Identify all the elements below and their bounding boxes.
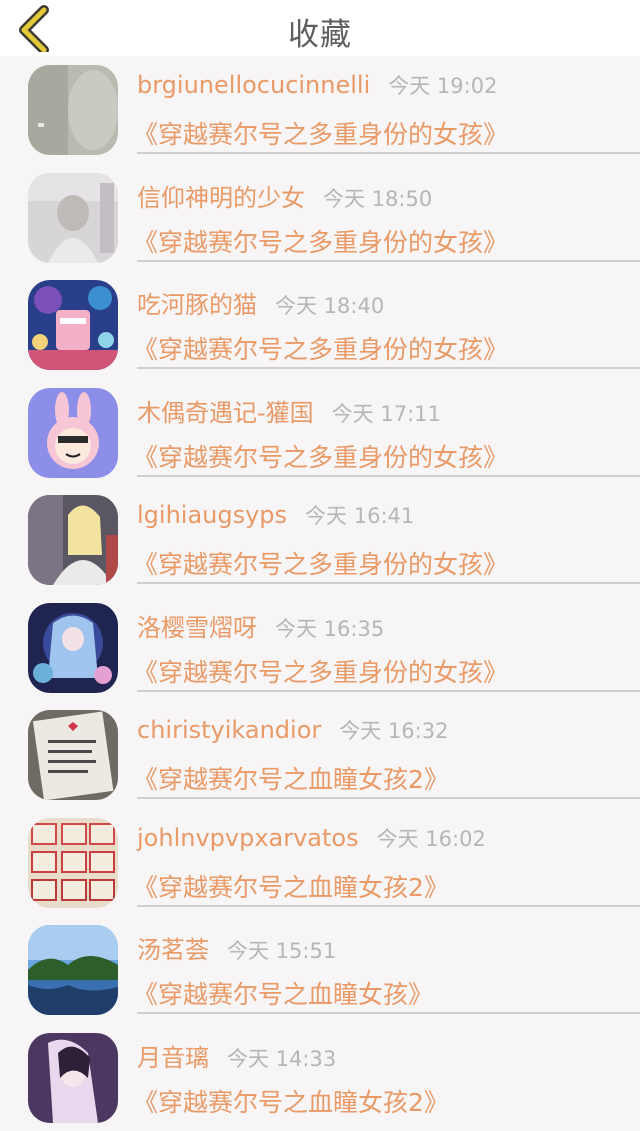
username: johlnvpvpxarvatos今天 16:02 [137,823,486,853]
username: 木偶奇遇记-獾国今天 17:11 [137,393,441,428]
timestamp: 今天 15:51 [227,939,336,963]
avatar[interactable] [28,495,118,585]
avatar[interactable] [28,388,118,478]
divider [137,690,640,692]
timestamp: 今天 17:11 [332,402,441,426]
chevron-left-icon [12,4,60,52]
username: 洛樱雪熠呀今天 16:35 [137,608,384,643]
list-item[interactable]: 木偶奇遇记-獾国今天 17:11 《穿越赛尔号之多重身份的女孩》 [0,379,640,487]
book-title[interactable]: 《穿越赛尔号之多重身份的女孩》 [133,115,508,151]
list-item[interactable]: 汤茗荟今天 15:51 《穿越赛尔号之血瞳女孩》 [0,916,640,1024]
list-item[interactable]: 月音璃今天 14:33 《穿越赛尔号之血瞳女孩2》 [0,1024,640,1131]
username: 汤茗荟今天 15:51 [137,930,336,965]
book-title[interactable]: 《穿越赛尔号之多重身份的女孩》 [133,438,508,474]
username: 月音璃今天 14:33 [137,1038,336,1073]
book-title[interactable]: 《穿越赛尔号之多重身份的女孩》 [133,223,508,259]
timestamp: 今天 18:40 [275,294,384,318]
back-button[interactable] [12,4,60,52]
book-title[interactable]: 《穿越赛尔号之血瞳女孩2》 [133,868,449,904]
username: brgiunellocucinnelli今天 19:02 [137,70,497,100]
username: lgihiaugsyps今天 16:41 [137,500,414,530]
timestamp: 今天 14:33 [227,1047,336,1071]
divider [137,260,640,262]
book-title[interactable]: 《穿越赛尔号之血瞳女孩2》 [133,760,449,796]
divider [137,797,640,799]
list-item[interactable]: 信仰神明的少女今天 18:50 《穿越赛尔号之多重身份的女孩》 [0,164,640,272]
avatar[interactable] [28,603,118,693]
divider [137,1012,640,1014]
divider [137,152,640,154]
top-bar: 收藏 [0,0,640,56]
timestamp: 今天 18:50 [323,187,432,211]
username: 信仰神明的少女今天 18:50 [137,178,432,213]
divider [137,475,640,477]
timestamp: 今天 19:02 [388,74,497,98]
avatar[interactable] [28,173,118,263]
book-title[interactable]: 《穿越赛尔号之多重身份的女孩》 [133,545,508,581]
timestamp: 今天 16:32 [339,719,448,743]
book-title[interactable]: 《穿越赛尔号之多重身份的女孩》 [133,653,508,689]
list-item[interactable]: chiristyikandior今天 16:32 《穿越赛尔号之血瞳女孩2》 [0,701,640,809]
timestamp: 今天 16:02 [377,827,486,851]
avatar[interactable] [28,1033,118,1123]
book-title[interactable]: 《穿越赛尔号之血瞳女孩2》 [133,1083,449,1119]
avatar[interactable] [28,710,118,800]
username: 吃河豚的猫今天 18:40 [137,285,384,320]
list-item[interactable]: 洛樱雪熠呀今天 16:35 《穿越赛尔号之多重身份的女孩》 [0,594,640,702]
timestamp: 今天 16:35 [275,617,384,641]
timestamp: 今天 16:41 [305,504,414,528]
avatar[interactable] [28,65,118,155]
divider [137,367,640,369]
divider [137,582,640,584]
divider [137,905,640,907]
avatar[interactable] [28,280,118,370]
list-item[interactable]: lgihiaugsyps今天 16:41 《穿越赛尔号之多重身份的女孩》 [0,486,640,594]
list-item[interactable]: brgiunellocucinnelli今天 19:02 《穿越赛尔号之多重身份… [0,56,640,164]
avatar[interactable] [28,818,118,908]
username: chiristyikandior今天 16:32 [137,715,448,745]
book-title[interactable]: 《穿越赛尔号之血瞳女孩》 [133,975,433,1011]
list-item[interactable]: johlnvpvpxarvatos今天 16:02 《穿越赛尔号之血瞳女孩2》 [0,809,640,917]
avatar[interactable] [28,925,118,1015]
list-item[interactable]: 吃河豚的猫今天 18:40 《穿越赛尔号之多重身份的女孩》 [0,271,640,379]
book-title[interactable]: 《穿越赛尔号之多重身份的女孩》 [133,330,508,366]
